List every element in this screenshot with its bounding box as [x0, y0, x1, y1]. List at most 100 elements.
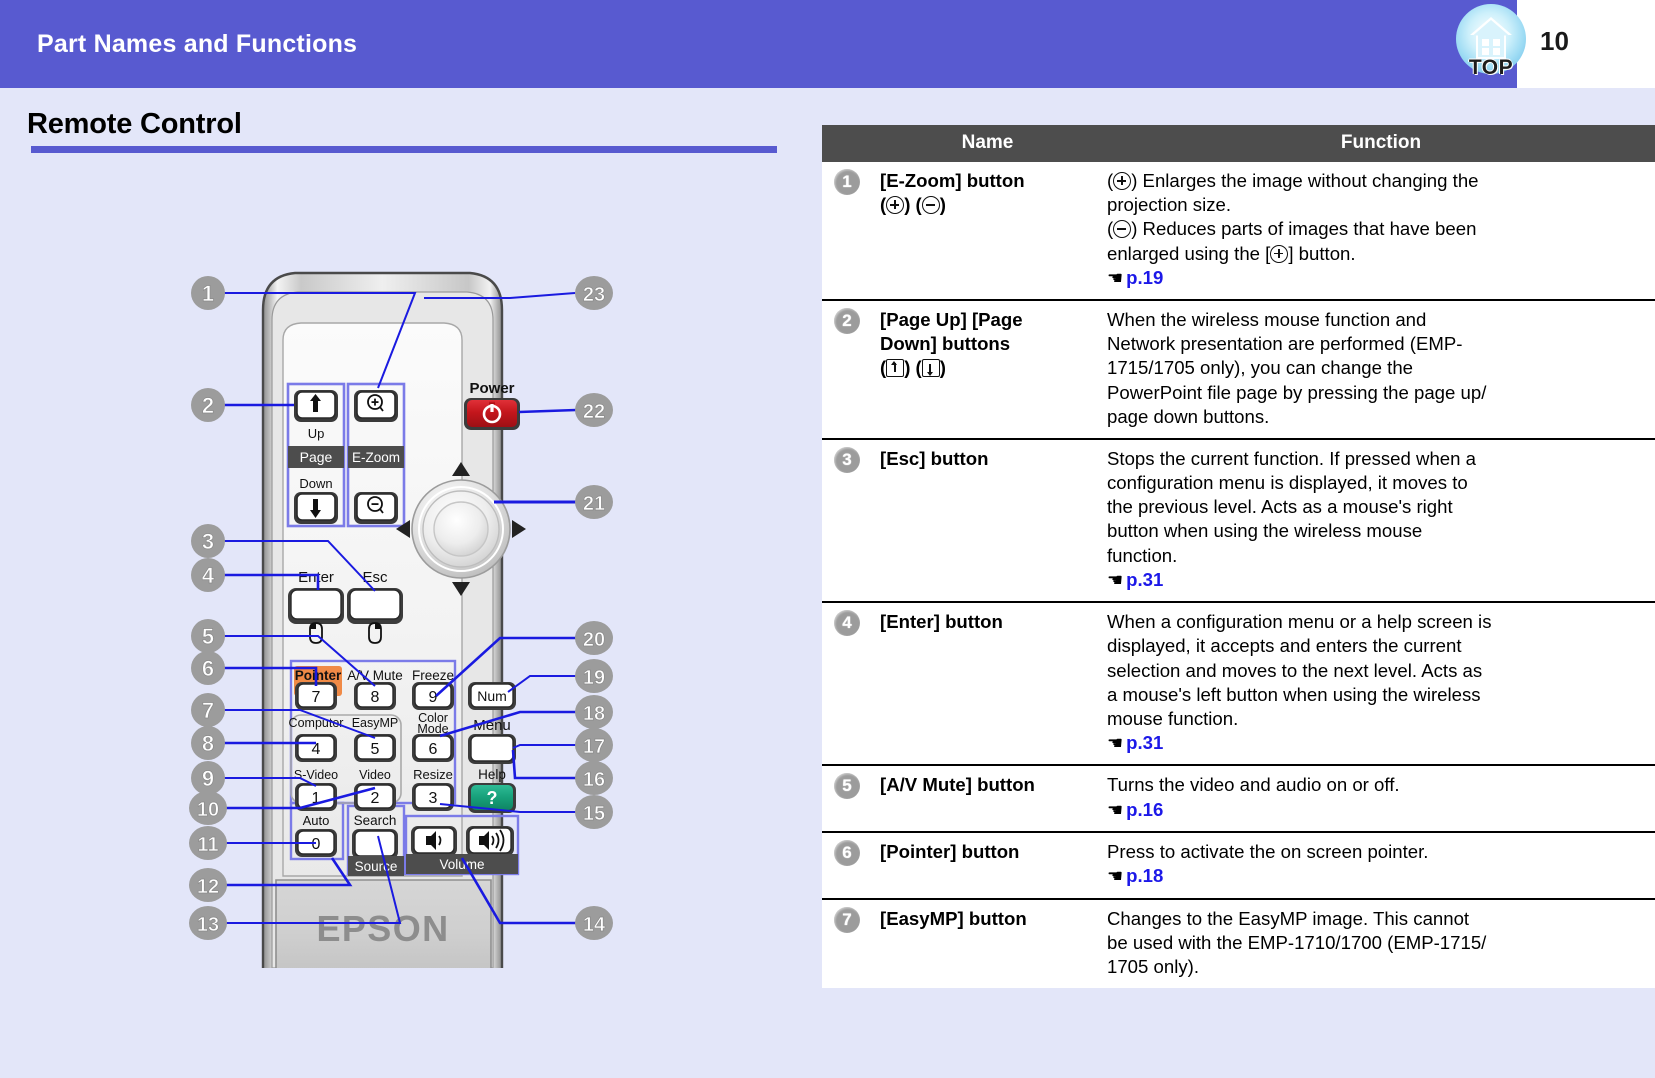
callout-18: 18	[575, 695, 613, 729]
callout-13: 13	[189, 906, 227, 940]
label-search: Search	[354, 813, 397, 828]
key-6: 6	[429, 741, 438, 758]
badge-6: 6	[834, 840, 860, 866]
table-row: 3 [Esc] button Stops the current function.…	[822, 437, 1655, 603]
badge-7: 7	[834, 906, 860, 933]
key-8: 8	[371, 689, 380, 706]
callout-5: 5	[191, 619, 225, 653]
callout-15: 15	[575, 795, 613, 829]
page-reference-link[interactable]: p.19	[1126, 267, 1163, 288]
table-row: 4 [Enter] button When a configuration menu…	[822, 601, 1655, 766]
key-3: 3	[429, 790, 438, 807]
header-right-white-area	[1517, 0, 1655, 88]
svg-text:17: 17	[583, 736, 605, 758]
callout-9: 9	[191, 761, 225, 795]
row-number-badge: 1	[822, 162, 876, 300]
svg-text:1: 1	[202, 281, 214, 306]
table-row: 5 [A/V Mute] button Turns the video and au…	[822, 764, 1655, 832]
callout-7: 7	[191, 693, 225, 727]
row-name-cell: [Esc] button	[876, 437, 1095, 603]
label-esc: Esc	[362, 569, 388, 586]
row-name-cell: [Pointer] button	[876, 831, 1095, 899]
remote-control-diagram: EPSON Up Page Down E-Zoom Power Enter Es…	[189, 271, 613, 968]
label-pointer: Pointer	[295, 668, 342, 683]
callout-21: 21	[575, 485, 613, 519]
row-function-cell: Turns the video and audio on or off. ☚ p.1…	[1095, 764, 1655, 832]
row-function-cell: () Enlarges the image without changing t…	[1095, 162, 1655, 300]
callout-10: 10	[189, 791, 227, 825]
row-name-cell: [Enter] button	[876, 601, 1095, 766]
home-icon	[1470, 17, 1512, 59]
callout-17: 17	[575, 728, 613, 762]
label-resize: Resize	[413, 767, 453, 782]
key-help: ?	[487, 788, 498, 808]
svg-text:11: 11	[197, 834, 218, 856]
callout-1: 1	[191, 276, 225, 310]
label-easymp: EasyMP	[352, 716, 399, 730]
page-down-glyph	[921, 359, 940, 378]
page-reference-link[interactable]: p.31	[1126, 569, 1163, 590]
header-cell-name: Name	[876, 125, 1095, 162]
row-number-badge: 6	[822, 831, 876, 899]
top-button[interactable]: TOP	[1452, 4, 1530, 86]
svg-text:15: 15	[583, 803, 605, 825]
table-header-row: Name Function	[822, 125, 1655, 162]
label-page: Page	[300, 449, 333, 465]
table-row: 2 [Page Up] [Page Down] buttons() () When t…	[822, 299, 1655, 439]
key-5: 5	[371, 741, 380, 758]
pointing-hand-icon: ☚	[1107, 267, 1124, 288]
table-row: 1 [E-Zoom] button() () () Enlarges the ima…	[822, 162, 1655, 300]
label-freeze: Freeze	[412, 668, 454, 683]
badge-5: 5	[834, 773, 860, 800]
page-reference-link[interactable]: p.31	[1126, 732, 1163, 753]
callout-20: 20	[575, 621, 613, 655]
svg-text:8: 8	[202, 731, 214, 756]
zoom-in-glyph	[1113, 172, 1132, 190]
svg-text:21: 21	[583, 493, 605, 515]
callout-19: 19	[575, 659, 613, 693]
svg-text:3: 3	[202, 529, 214, 554]
svg-text:9: 9	[202, 766, 214, 791]
callout-6: 6	[191, 651, 225, 685]
svg-text:22: 22	[583, 401, 605, 423]
label-auto: Auto	[303, 813, 330, 828]
label-video: Video	[359, 768, 391, 782]
key-7: 7	[312, 689, 321, 706]
page-reference-link[interactable]: p.18	[1126, 865, 1163, 886]
row-function-cell: Stops the current function. If pressed w…	[1095, 437, 1655, 603]
key-2: 2	[371, 790, 380, 807]
callout-8: 8	[191, 726, 225, 760]
key-9: 9	[429, 689, 438, 706]
header-cell-number	[822, 125, 876, 162]
page-reference-link[interactable]: p.16	[1126, 799, 1163, 820]
svg-text:4: 4	[202, 563, 215, 588]
row-function-cell: Changes to the EasyMP image. This cannot…	[1095, 897, 1655, 989]
zoom-in-glyph	[886, 196, 905, 215]
svg-text:18: 18	[583, 703, 605, 725]
svg-text:10: 10	[197, 799, 219, 821]
row-name-cell: [EasyMP] button	[876, 897, 1095, 989]
page-up-glyph	[886, 359, 905, 378]
label-up: Up	[308, 426, 325, 441]
dpad-right-arrow	[512, 520, 526, 538]
key-0: 0	[312, 836, 321, 853]
pointing-hand-icon: ☚	[1107, 733, 1124, 754]
header-cell-function: Function	[1095, 125, 1655, 162]
zoom-out-glyph	[1113, 220, 1132, 239]
label-enter: Enter	[298, 569, 334, 586]
row-name-cell: [Page Up] [Page Down] buttons() ()	[876, 299, 1095, 439]
svg-text:12: 12	[197, 876, 219, 898]
row-number-badge: 7	[822, 897, 876, 989]
row-number-badge: 5	[822, 764, 876, 832]
label-help: Help	[478, 767, 506, 782]
page-number: 10	[1540, 26, 1569, 56]
zoom-in-glyph	[1270, 244, 1289, 263]
svg-text:23: 23	[583, 284, 605, 306]
page-body: Remote Control EPSON Up Page Down E-Zoom…	[0, 88, 1655, 1078]
pointing-hand-icon: ☚	[1107, 866, 1124, 887]
callout-16: 16	[575, 761, 613, 795]
badge-3: 3	[834, 446, 860, 473]
dpad-center	[433, 501, 489, 557]
callout-11: 11	[189, 826, 227, 860]
svg-text:20: 20	[583, 629, 605, 651]
